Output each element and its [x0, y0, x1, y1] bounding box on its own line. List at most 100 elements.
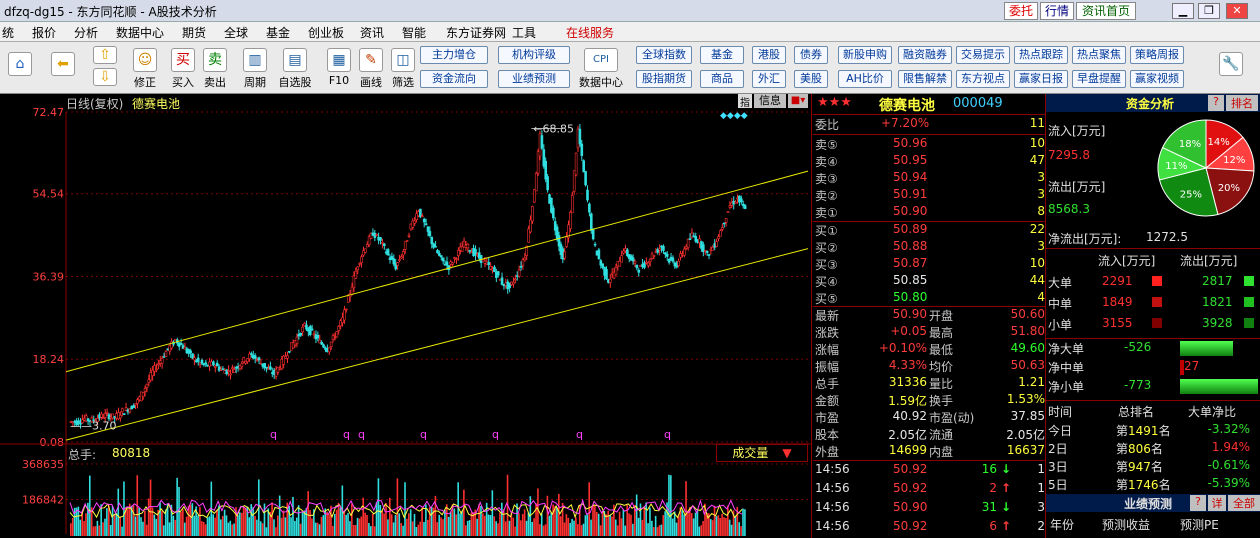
stat-value: 50.90	[892, 307, 927, 321]
home-tool[interactable]: ⌂	[2, 52, 38, 76]
event-marker[interactable]: q	[664, 428, 671, 441]
event-marker[interactable]: q	[270, 428, 277, 441]
toolbar-button-14[interactable]: 交易提示	[956, 46, 1010, 64]
tool-3[interactable]: ▥ 周期	[238, 48, 272, 90]
toolbar-button-12[interactable]: 新股申购	[838, 46, 892, 64]
bid-row[interactable]: 买③ 50.87 10	[813, 256, 1045, 273]
menu-item-2[interactable]: 分析	[74, 24, 98, 41]
volume-bar	[438, 514, 440, 536]
menu-item-1[interactable]: 报价	[32, 24, 56, 41]
ask-row[interactable]: 卖① 50.90 8	[813, 204, 1045, 221]
toolbar-button-10[interactable]: 外汇	[752, 70, 786, 88]
forecast-help-button[interactable]: ?	[1190, 495, 1206, 511]
candle-body	[719, 230, 722, 237]
volume-bar	[256, 519, 258, 536]
bid-row[interactable]: 买④ 50.85 44	[813, 273, 1045, 290]
toolbar-button-1[interactable]: 机构评级	[498, 46, 570, 64]
tool-0[interactable]: ☺ 修正	[128, 48, 162, 90]
toolbar-button-16[interactable]: 热点聚焦	[1072, 46, 1126, 64]
tool-5[interactable]: ▦ F10	[322, 48, 356, 87]
toolbar-button-20[interactable]: 东方视点	[956, 70, 1010, 88]
menu-item-3[interactable]: 数据中心	[116, 24, 164, 41]
panel-menu-icon[interactable]: ■▾	[788, 94, 808, 108]
toolbar-button-3[interactable]: 业绩预测	[498, 70, 570, 88]
menu-item-11[interactable]: 工具	[512, 24, 536, 41]
news-home-button[interactable]: 资讯首页	[1076, 2, 1136, 20]
stat-label: 金额	[815, 394, 840, 408]
volume-bar	[368, 522, 370, 536]
ask-row[interactable]: 卖② 50.91 3	[813, 187, 1045, 204]
menu-item-10[interactable]: 东方证券网	[446, 24, 506, 41]
event-marker[interactable]: q	[492, 428, 499, 441]
rank-number: 1746	[1128, 478, 1159, 492]
rank-button[interactable]: 排名	[1226, 95, 1258, 111]
forecast-detail-button[interactable]: 详	[1208, 495, 1226, 511]
tool-4[interactable]: ▤ 自选股	[278, 48, 312, 90]
event-marker[interactable]: q	[358, 428, 365, 441]
toolbar-button-2[interactable]: 资金流向	[420, 70, 488, 88]
toolbar-button-0[interactable]: 主力增仓	[420, 46, 488, 64]
ask-row[interactable]: 卖④ 50.95 47	[813, 153, 1045, 170]
tick-volume: 31	[981, 500, 997, 514]
toolbar-button-17[interactable]: 策略周报	[1130, 46, 1184, 64]
bid-row[interactable]: 买② 50.88 3	[813, 239, 1045, 256]
ask-row[interactable]: 卖③ 50.94 3	[813, 170, 1045, 187]
tool-7[interactable]: ◫ 筛选	[386, 48, 420, 90]
toolbar-button-18[interactable]: AH比价	[838, 70, 892, 88]
minimize-icon[interactable]: ▁	[1172, 3, 1194, 19]
volume-bar	[643, 506, 646, 536]
menu-item-9[interactable]: 智能	[402, 24, 426, 41]
up-tool[interactable]: ⇧	[90, 46, 120, 64]
toolbar-button-21[interactable]: 赢家日报	[1014, 70, 1068, 88]
bid-row[interactable]: 买⑤ 50.80 4	[813, 290, 1045, 307]
forecast-all-button[interactable]: 全部	[1228, 495, 1260, 511]
event-marker[interactable]: q	[420, 428, 427, 441]
order-button[interactable]: 委托	[1004, 2, 1038, 20]
toolbar-button-19[interactable]: 限售解禁	[898, 70, 952, 88]
tool-1[interactable]: 买买入	[166, 48, 200, 90]
volume-bar	[559, 516, 562, 536]
bid-row[interactable]: 买① 50.89 22	[813, 222, 1045, 239]
marker-button[interactable]: 指	[738, 94, 752, 109]
quote-button[interactable]: 行情	[1040, 2, 1074, 20]
volume-indicator-select[interactable]: 成交量 ▼	[716, 444, 808, 462]
menu-item-7[interactable]: 创业板	[308, 24, 344, 41]
toolbar-button-6[interactable]: 港股	[752, 46, 786, 64]
menu-item-12[interactable]: 在线服务	[566, 24, 614, 41]
help-button[interactable]: ?	[1208, 95, 1224, 111]
toolbar-button-13[interactable]: 融资融券	[898, 46, 952, 64]
menu-item-6[interactable]: 基金	[266, 24, 290, 41]
toolbar-button-4[interactable]: 全球指数	[636, 46, 692, 64]
tool-6[interactable]: ✎ 画线	[354, 48, 388, 90]
menu-item-8[interactable]: 资讯	[360, 24, 384, 41]
ask-row[interactable]: 卖⑤ 50.96 10	[813, 136, 1045, 153]
candle-body	[316, 334, 320, 339]
menu-item-4[interactable]: 期货	[182, 24, 206, 41]
close-icon[interactable]: ✕	[1226, 3, 1248, 19]
toolbar-button-5[interactable]: 基金	[700, 46, 744, 64]
menu-item-0[interactable]: 统	[2, 24, 14, 41]
toolbar-button-7[interactable]: 债券	[794, 46, 828, 64]
down-tool[interactable]: ⇩	[90, 68, 120, 86]
toolbar-button-9[interactable]: 商品	[700, 70, 744, 88]
tool-icon-7: ◫	[391, 48, 415, 72]
toolbar-button-23[interactable]: 赢家视频	[1130, 70, 1184, 88]
toolbar-button-11[interactable]: 美股	[794, 70, 828, 88]
scroll-marker-icon[interactable]: ◆◆◆◆	[720, 111, 748, 121]
tool-2[interactable]: 卖卖出	[198, 48, 232, 90]
net-bar	[1180, 341, 1233, 356]
back-tool[interactable]: ⬅	[48, 52, 78, 76]
toolbar-button-22[interactable]: 早盘提醒	[1072, 70, 1126, 88]
toolbar-button-15[interactable]: 热点跟踪	[1014, 46, 1068, 64]
candle-body	[320, 341, 323, 345]
maximize-icon[interactable]: ❐	[1198, 3, 1220, 19]
volume-bar	[88, 475, 91, 536]
info-button[interactable]: 信息	[754, 94, 786, 108]
toolbar-button-8[interactable]: 股指期货	[636, 70, 692, 88]
event-marker[interactable]: q	[343, 428, 350, 441]
settings-tool[interactable]: 🔧	[1214, 52, 1248, 76]
tool-8[interactable]: CPI 数据中心	[574, 48, 628, 90]
kline-chart-panel[interactable]: 72.47 54.54 36.39 18.24 0.08 ←68.85 ——3.70 q q q q…	[0, 94, 812, 538]
event-marker[interactable]: q	[576, 428, 583, 441]
menu-item-5[interactable]: 全球	[224, 24, 248, 41]
